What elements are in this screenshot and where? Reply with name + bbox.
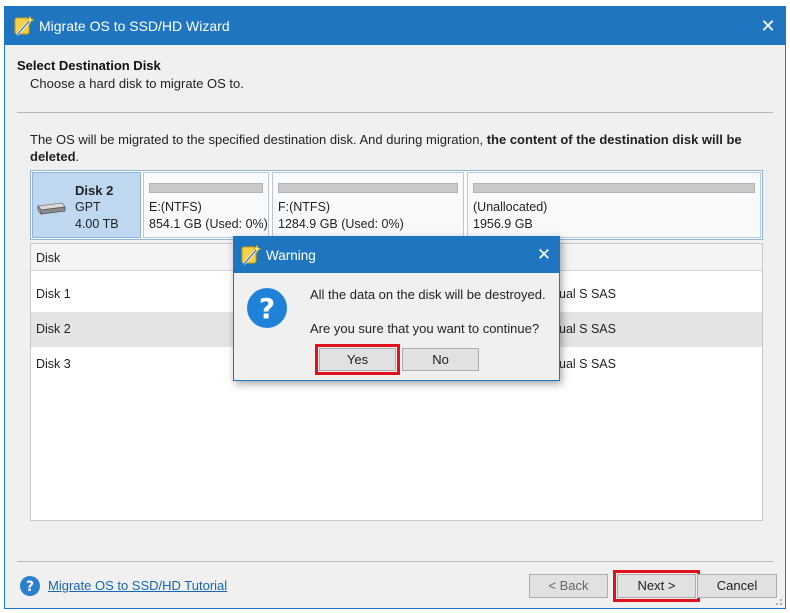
- partition-f[interactable]: F:(NTFS) 1284.9 GB (Used: 0%): [272, 172, 464, 238]
- partition-info: 1956.9 GB: [473, 217, 533, 231]
- tutorial-link[interactable]: Migrate OS to SSD/HD Tutorial: [48, 578, 227, 593]
- app-wand-icon: [14, 15, 35, 36]
- dialog-message-1: All the data on the disk will be destroy…: [310, 287, 546, 302]
- disk-name: Disk 2: [75, 183, 114, 198]
- dialog-close-button[interactable]: ✕: [529, 237, 559, 273]
- partition-usage-bar: [473, 183, 755, 193]
- svg-text:?: ?: [26, 579, 34, 595]
- help-icon[interactable]: ?: [19, 575, 41, 597]
- step-subtitle: Choose a hard disk to migrate OS to.: [30, 76, 244, 91]
- svg-text:?: ?: [259, 292, 275, 325]
- warning-dialog: Warning ✕ ? All the data on the disk wil…: [233, 236, 560, 381]
- dialog-title-bar: Warning ✕: [234, 237, 559, 273]
- disk-map: Disk 2 GPT 4.00 TB E:(NTFS) 854.1 GB (Us…: [30, 170, 763, 240]
- dialog-title: Warning: [266, 248, 316, 263]
- row-model: ual S SAS: [559, 357, 616, 371]
- next-button[interactable]: Next >: [617, 574, 696, 598]
- dialog-message-2: Are you sure that you want to continue?: [310, 321, 540, 336]
- partition-name: E:(NTFS): [149, 200, 202, 214]
- row-disk: Disk 1: [36, 287, 71, 301]
- partition-info: 854.1 GB (Used: 0%): [149, 217, 268, 231]
- partition-e[interactable]: E:(NTFS) 854.1 GB (Used: 0%): [143, 172, 269, 238]
- partition-info: 1284.9 GB (Used: 0%): [278, 217, 404, 231]
- header-divider: [17, 112, 773, 113]
- yes-button[interactable]: Yes: [319, 348, 396, 371]
- partition-usage-bar: [278, 183, 458, 193]
- disk-size: 4.00 TB: [75, 217, 119, 231]
- hard-disk-icon: [37, 202, 66, 215]
- row-disk: Disk 2: [36, 322, 71, 336]
- partition-usage-bar: [149, 183, 263, 193]
- resize-grip-icon[interactable]: [773, 596, 783, 606]
- step-title: Select Destination Disk: [17, 58, 161, 73]
- footer-divider: [17, 561, 773, 562]
- disk-card[interactable]: Disk 2 GPT 4.00 TB: [32, 172, 141, 238]
- row-disk: Disk 3: [36, 357, 71, 371]
- column-header-disk[interactable]: Disk: [36, 251, 60, 265]
- window-title: Migrate OS to SSD/HD Wizard: [39, 18, 230, 34]
- window-close-button[interactable]: ✕: [751, 7, 785, 45]
- partition-name: F:(NTFS): [278, 200, 331, 214]
- migration-notice: The OS will be migrated to the specified…: [30, 131, 770, 165]
- app-wand-icon: [241, 244, 262, 265]
- back-button[interactable]: < Back: [529, 574, 608, 598]
- notice-end: .: [75, 149, 80, 164]
- partition-name: (Unallocated): [473, 200, 548, 214]
- cancel-button[interactable]: Cancel: [697, 574, 777, 598]
- question-icon: ?: [247, 288, 287, 328]
- notice-text: The OS will be migrated to the specified…: [30, 132, 487, 147]
- title-bar: Migrate OS to SSD/HD Wizard ✕: [5, 7, 785, 45]
- partition-unallocated[interactable]: (Unallocated) 1956.9 GB: [467, 172, 761, 238]
- row-model: ual S SAS: [559, 287, 616, 301]
- no-button[interactable]: No: [402, 348, 479, 371]
- disk-type: GPT: [75, 200, 101, 214]
- row-model: ual S SAS: [559, 322, 616, 336]
